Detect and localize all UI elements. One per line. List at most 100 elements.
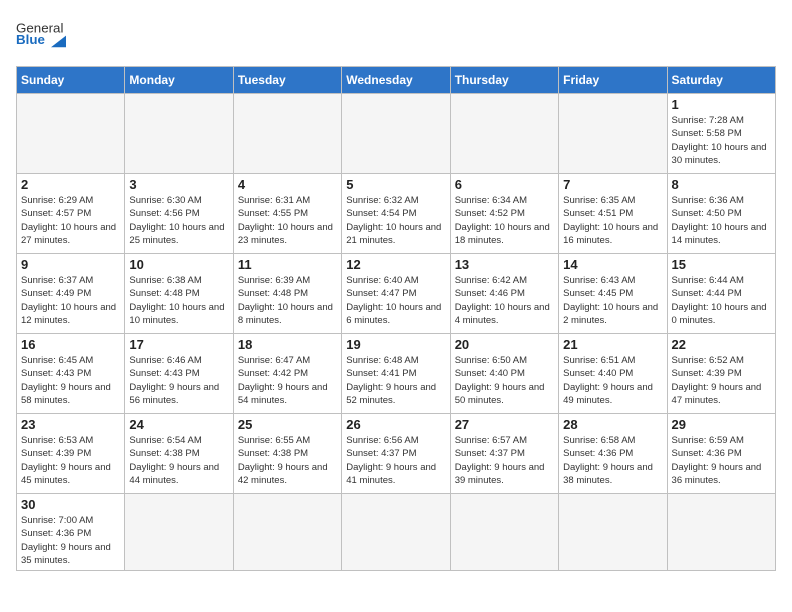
calendar-cell xyxy=(233,94,341,174)
calendar-week-row: 23Sunrise: 6:53 AM Sunset: 4:39 PM Dayli… xyxy=(17,414,776,494)
calendar-cell xyxy=(450,494,558,571)
calendar-cell: 27 Sunrise: 6:57 AM Sunset: 4:37 PM Dayli… xyxy=(450,414,558,494)
day-info: Sunrise: 6:30 AM Sunset: 4:56 PM Dayligh… xyxy=(129,194,228,247)
day-info: Sunrise: 7:28 AM Sunset: 5:58 PM Dayligh… xyxy=(672,114,771,167)
day-number: 24 xyxy=(129,417,228,432)
calendar-week-row: 30 Sunrise: 7:00 AM Sunset: 4:36 PM Dayli… xyxy=(17,494,776,571)
day-number: 5 xyxy=(346,177,445,192)
calendar-cell: 13 Sunrise: 6:42 AM Sunset: 4:46 PM Dayli… xyxy=(450,254,558,334)
day-number: 16 xyxy=(21,337,120,352)
day-number: 19 xyxy=(346,337,445,352)
day-number: 11 xyxy=(238,257,337,272)
calendar-week-row: 9Sunrise: 6:37 AM Sunset: 4:49 PM Daylig… xyxy=(17,254,776,334)
calendar-cell: 18Sunrise: 6:47 AM Sunset: 4:42 PM Dayli… xyxy=(233,334,341,414)
calendar-cell: 7 Sunrise: 6:35 AM Sunset: 4:51 PM Daylig… xyxy=(559,174,667,254)
day-header-monday: Monday xyxy=(125,67,233,94)
day-number: 30 xyxy=(21,497,120,512)
day-number: 8 xyxy=(672,177,771,192)
calendar-cell xyxy=(667,494,775,571)
svg-text:Blue: Blue xyxy=(16,32,45,47)
calendar-cell xyxy=(125,94,233,174)
calendar-cell: 19 Sunrise: 6:48 AM Sunset: 4:41 PM Dayli… xyxy=(342,334,450,414)
calendar-cell: 8Sunrise: 6:36 AM Sunset: 4:50 PM Daylig… xyxy=(667,174,775,254)
day-header-wednesday: Wednesday xyxy=(342,67,450,94)
day-number: 7 xyxy=(563,177,662,192)
calendar-cell: 23Sunrise: 6:53 AM Sunset: 4:39 PM Dayli… xyxy=(17,414,125,494)
day-info: Sunrise: 6:55 AM Sunset: 4:38 PM Dayligh… xyxy=(238,434,337,487)
calendar-table: SundayMondayTuesdayWednesdayThursdayFrid… xyxy=(16,66,776,571)
day-number: 20 xyxy=(455,337,554,352)
calendar-cell: 3Sunrise: 6:30 AM Sunset: 4:56 PM Daylig… xyxy=(125,174,233,254)
day-info: Sunrise: 6:45 AM Sunset: 4:43 PM Dayligh… xyxy=(21,354,120,407)
calendar-week-row: 2 Sunrise: 6:29 AM Sunset: 4:57 PM Daylig… xyxy=(17,174,776,254)
calendar-cell: 10 Sunrise: 6:38 AM Sunset: 4:48 PM Dayli… xyxy=(125,254,233,334)
day-number: 25 xyxy=(238,417,337,432)
day-number: 1 xyxy=(672,97,771,112)
calendar-cell: 12 Sunrise: 6:40 AM Sunset: 4:47 PM Dayli… xyxy=(342,254,450,334)
day-info: Sunrise: 6:34 AM Sunset: 4:52 PM Dayligh… xyxy=(455,194,554,247)
calendar-cell xyxy=(342,494,450,571)
day-number: 10 xyxy=(129,257,228,272)
calendar-cell xyxy=(450,94,558,174)
day-info: Sunrise: 6:58 AM Sunset: 4:36 PM Dayligh… xyxy=(563,434,662,487)
day-info: Sunrise: 6:37 AM Sunset: 4:49 PM Dayligh… xyxy=(21,274,120,327)
calendar-cell: 5 Sunrise: 6:32 AM Sunset: 4:54 PM Daylig… xyxy=(342,174,450,254)
day-number: 17 xyxy=(129,337,228,352)
calendar-cell: 11 Sunrise: 6:39 AM Sunset: 4:48 PM Dayli… xyxy=(233,254,341,334)
day-info: Sunrise: 6:40 AM Sunset: 4:47 PM Dayligh… xyxy=(346,274,445,327)
day-number: 18 xyxy=(238,337,337,352)
day-header-tuesday: Tuesday xyxy=(233,67,341,94)
day-number: 13 xyxy=(455,257,554,272)
day-info: Sunrise: 6:38 AM Sunset: 4:48 PM Dayligh… xyxy=(129,274,228,327)
day-info: Sunrise: 6:43 AM Sunset: 4:45 PM Dayligh… xyxy=(563,274,662,327)
day-number: 12 xyxy=(346,257,445,272)
calendar-cell: 6 Sunrise: 6:34 AM Sunset: 4:52 PM Daylig… xyxy=(450,174,558,254)
day-header-sunday: Sunday xyxy=(17,67,125,94)
general-blue-logo: General Blue xyxy=(16,16,66,56)
day-info: Sunrise: 6:31 AM Sunset: 4:55 PM Dayligh… xyxy=(238,194,337,247)
calendar-cell: 28 Sunrise: 6:58 AM Sunset: 4:36 PM Dayli… xyxy=(559,414,667,494)
day-info: Sunrise: 6:29 AM Sunset: 4:57 PM Dayligh… xyxy=(21,194,120,247)
day-number: 29 xyxy=(672,417,771,432)
day-info: Sunrise: 6:48 AM Sunset: 4:41 PM Dayligh… xyxy=(346,354,445,407)
header: General Blue xyxy=(16,16,776,56)
day-number: 6 xyxy=(455,177,554,192)
day-info: Sunrise: 6:35 AM Sunset: 4:51 PM Dayligh… xyxy=(563,194,662,247)
day-info: Sunrise: 7:00 AM Sunset: 4:36 PM Dayligh… xyxy=(21,514,120,567)
calendar-cell: 9Sunrise: 6:37 AM Sunset: 4:49 PM Daylig… xyxy=(17,254,125,334)
calendar-cell: 26Sunrise: 6:56 AM Sunset: 4:37 PM Dayli… xyxy=(342,414,450,494)
calendar-cell: 30 Sunrise: 7:00 AM Sunset: 4:36 PM Dayli… xyxy=(17,494,125,571)
day-info: Sunrise: 6:53 AM Sunset: 4:39 PM Dayligh… xyxy=(21,434,120,487)
day-info: Sunrise: 6:57 AM Sunset: 4:37 PM Dayligh… xyxy=(455,434,554,487)
day-number: 27 xyxy=(455,417,554,432)
calendar-cell xyxy=(17,94,125,174)
calendar-cell: 14Sunrise: 6:43 AM Sunset: 4:45 PM Dayli… xyxy=(559,254,667,334)
day-header-saturday: Saturday xyxy=(667,67,775,94)
calendar-cell: 17 Sunrise: 6:46 AM Sunset: 4:43 PM Dayli… xyxy=(125,334,233,414)
calendar-cell: 22Sunrise: 6:52 AM Sunset: 4:39 PM Dayli… xyxy=(667,334,775,414)
calendar-week-row: 1 Sunrise: 7:28 AM Sunset: 5:58 PM Daylig… xyxy=(17,94,776,174)
calendar-cell xyxy=(233,494,341,571)
day-info: Sunrise: 6:32 AM Sunset: 4:54 PM Dayligh… xyxy=(346,194,445,247)
day-info: Sunrise: 6:39 AM Sunset: 4:48 PM Dayligh… xyxy=(238,274,337,327)
day-number: 22 xyxy=(672,337,771,352)
calendar-cell: 20 Sunrise: 6:50 AM Sunset: 4:40 PM Dayli… xyxy=(450,334,558,414)
calendar-week-row: 16 Sunrise: 6:45 AM Sunset: 4:43 PM Dayli… xyxy=(17,334,776,414)
day-number: 2 xyxy=(21,177,120,192)
day-info: Sunrise: 6:46 AM Sunset: 4:43 PM Dayligh… xyxy=(129,354,228,407)
day-number: 4 xyxy=(238,177,337,192)
calendar-cell: 29 Sunrise: 6:59 AM Sunset: 4:36 PM Dayli… xyxy=(667,414,775,494)
day-info: Sunrise: 6:42 AM Sunset: 4:46 PM Dayligh… xyxy=(455,274,554,327)
calendar-cell: 24Sunrise: 6:54 AM Sunset: 4:38 PM Dayli… xyxy=(125,414,233,494)
day-info: Sunrise: 6:51 AM Sunset: 4:40 PM Dayligh… xyxy=(563,354,662,407)
day-header-thursday: Thursday xyxy=(450,67,558,94)
day-info: Sunrise: 6:56 AM Sunset: 4:37 PM Dayligh… xyxy=(346,434,445,487)
day-number: 28 xyxy=(563,417,662,432)
day-header-friday: Friday xyxy=(559,67,667,94)
calendar-cell: 16 Sunrise: 6:45 AM Sunset: 4:43 PM Dayli… xyxy=(17,334,125,414)
calendar-cell: 4 Sunrise: 6:31 AM Sunset: 4:55 PM Daylig… xyxy=(233,174,341,254)
day-info: Sunrise: 6:59 AM Sunset: 4:36 PM Dayligh… xyxy=(672,434,771,487)
day-info: Sunrise: 6:50 AM Sunset: 4:40 PM Dayligh… xyxy=(455,354,554,407)
calendar-header-row: SundayMondayTuesdayWednesdayThursdayFrid… xyxy=(17,67,776,94)
day-info: Sunrise: 6:44 AM Sunset: 4:44 PM Dayligh… xyxy=(672,274,771,327)
